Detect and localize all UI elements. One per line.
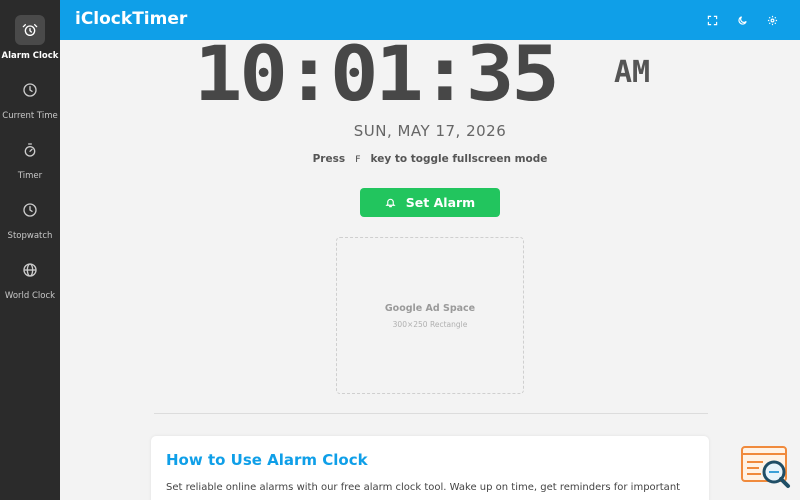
settings-gear-icon — [767, 15, 777, 25]
settings-button[interactable] — [764, 12, 780, 28]
sidebar-item-world-clock[interactable]: World Clock — [0, 255, 60, 301]
card-text: Set reliable online alarms with our free… — [166, 482, 681, 493]
hint-suffix: key to toggle fullscreen mode — [370, 153, 548, 165]
ad-subtitle: 300×250 Rectangle — [392, 320, 468, 329]
sidebar-item-label: Alarm Clock — [1, 51, 59, 61]
hint-key: F — [351, 154, 365, 166]
app-title[interactable]: iClockTimer — [75, 9, 187, 29]
stopwatch-icon — [15, 195, 45, 225]
ad-title: Google Ad Space — [384, 303, 476, 314]
ad-placeholder: Google Ad Space 300×250 Rectangle — [336, 237, 524, 394]
sidebar-item-label: Timer — [17, 171, 43, 181]
bell-icon — [385, 198, 396, 208]
info-card: How to Use Alarm Clock Set reliable onli… — [151, 436, 709, 500]
card-title: How to Use Alarm Clock — [166, 451, 368, 469]
dark-mode-button[interactable] — [734, 12, 750, 28]
globe-icon — [15, 255, 45, 285]
fullscreen-button[interactable] — [704, 12, 720, 28]
sidebar-item-alarm-clock[interactable]: Alarm Clock — [0, 15, 60, 61]
alarm-clock-icon — [15, 15, 45, 45]
set-alarm-label: Set Alarm — [405, 195, 476, 210]
fullscreen-icon — [707, 15, 717, 25]
section-divider — [154, 413, 708, 414]
fullscreen-hint: Press Fkey to toggle fullscreen mode — [0, 153, 800, 166]
clock-icon — [15, 75, 45, 105]
hint-prefix: Press — [312, 153, 346, 165]
digital-clock-time: 10:01:35 — [194, 29, 560, 118]
search-window-icon[interactable] — [741, 446, 791, 490]
sidebar: Alarm Clock Current Time Timer Stopwatch… — [0, 0, 60, 500]
set-alarm-button[interactable]: Set Alarm — [360, 188, 500, 217]
current-date: SUN, MAY 17, 2026 — [353, 122, 507, 140]
sidebar-item-current-time[interactable]: Current Time — [0, 75, 60, 121]
sidebar-item-label: Current Time — [2, 111, 58, 121]
clock-ampm: AM — [614, 55, 651, 90]
moon-icon — [737, 15, 747, 25]
sidebar-item-label: World Clock — [4, 291, 56, 301]
sidebar-item-stopwatch[interactable]: Stopwatch — [0, 195, 60, 241]
sidebar-item-label: Stopwatch — [7, 231, 53, 241]
